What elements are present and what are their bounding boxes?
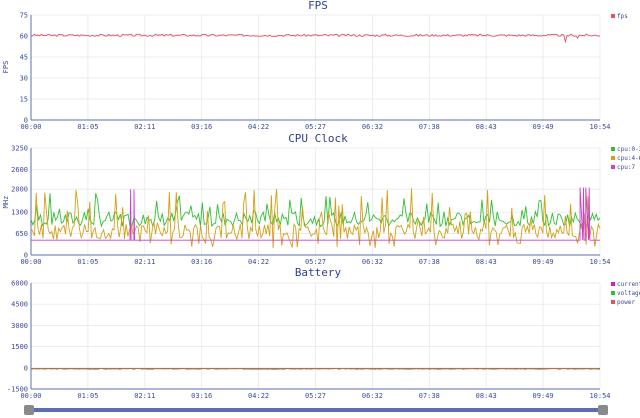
fps-x-tick-label: 01:05 [77,123,98,131]
battery-legend-label: voltage [617,290,640,297]
battery-chart-panel: Battery 00:00 01:05 02:11 03:16 04:22 05:27 06… [7,266,640,400]
battery-x-tick-label: 07:38 [419,392,440,400]
cpu-clock-y-tick-label: 650 [15,230,28,238]
cpu-clock-y-tick-label: 3250 [11,145,28,153]
fps-x-tick-label: 06:32 [362,123,383,131]
cpu-clock-legend-label: cpu:4-6 [617,155,640,162]
cpu-clock-y-tick-label: 1300 [11,209,28,217]
fps-y-tick-label: 75 [20,12,28,20]
cpu-clock-x-tick-label: 01:05 [77,258,98,266]
battery-chart-title: Battery [295,266,342,279]
fps-x-tick-label: 05:27 [305,123,326,131]
cpu-clock-legend-swatch [611,165,615,169]
fps-y-tick-labels: 0 15 30 45 60 75 [20,12,28,125]
cpu-clock-y-tick-label: 0 [24,252,28,260]
battery-x-tick-label: 04:22 [248,392,269,400]
fps-x-tick-label: 08:43 [476,123,497,131]
fps-legend: fps [611,13,628,20]
time-range-end-handle[interactable] [598,405,608,415]
battery-y-tick-label: -1500 [7,386,28,394]
fps-y-tick-label: 15 [20,96,28,104]
fps-legend-label: fps [617,13,628,20]
fps-chart-panel: FPS 00:00 01:05 02:11 03:16 04:22 05:27 06:32 0… [2,0,628,131]
cpu-clock-x-tick-label: 04:22 [248,258,269,266]
battery-y-tick-label: 6000 [11,280,28,288]
battery-y-tick-label: 0 [24,364,28,372]
fps-x-tick-label: 02:11 [134,123,155,131]
battery-x-tick-label: 05:27 [305,392,326,400]
cpu-clock-x-tick-label: 10:54 [589,258,610,266]
battery-legend-swatch [611,291,615,295]
charts-canvas: FPS 00:00 01:05 02:11 03:16 04:22 05:27 06:32 0… [2,0,640,400]
cpu-clock-x-tick-label: 03:16 [191,258,212,266]
fps-x-tick-label: 09:49 [533,123,554,131]
battery-x-tick-label: 03:16 [191,392,212,400]
cpu-clock-y-axis-label: MHz [2,196,10,209]
fps-legend-swatch [611,14,615,18]
battery-legend-label: current [617,281,640,288]
cpu-clock-y-tick-labels: 0 650 1300 2000 2600 3250 [11,145,28,260]
battery-y-tick-label: 4500 [11,301,28,309]
time-range-slider[interactable] [24,405,608,415]
battery-x-tick-label: 02:11 [134,392,155,400]
cpu-clock-x-tick-label: 08:43 [476,258,497,266]
fps-x-tick-labels: 00:00 01:05 02:11 03:16 04:22 05:27 06:32 07:38… [20,123,610,131]
battery-x-tick-label: 06:32 [362,392,383,400]
fps-chart-title: FPS [308,0,328,12]
fps-y-tick-label: 0 [24,117,28,125]
battery-legend-label: power [617,299,635,306]
cpu-clock-chart-panel: CPU Clock 00:00 01:05 02:11 03:16 04:22 05:27… [2,132,640,266]
battery-legend-swatch [611,282,615,286]
cpu-clock-x-tick-labels: 00:00 01:05 02:11 03:16 04:22 05:27 06:32 07:38… [20,258,610,266]
battery-y-tick-labels: -1500 0 1500 3000 4500 6000 [7,280,28,394]
fps-y-tick-label: 60 [20,33,28,41]
cpu-clock-legend-swatch [611,156,615,160]
fps-y-axis-label: FPS [2,61,10,74]
battery-x-tick-label: 10:54 [589,392,610,400]
cpu-clock-chart-title: CPU Clock [288,132,348,145]
cpu-clock-legend: cpu:0-3 cpu:4-6 cpu:7 [611,146,640,171]
battery-x-tick-label: 01:05 [77,392,98,400]
fps-grid [30,14,601,121]
battery-grid [30,282,601,390]
time-range-slider-track[interactable] [30,408,602,412]
cpu-clock-legend-label: cpu:0-3 [617,146,640,153]
time-range-start-handle[interactable] [24,405,34,415]
cpu-clock-y-tick-label: 2000 [11,186,28,194]
battery-y-tick-label: 1500 [11,343,28,351]
battery-y-tick-label: 3000 [11,322,28,330]
battery-series-power[interactable] [31,368,600,370]
fps-x-tick-label: 03:16 [191,123,212,131]
fps-x-tick-label: 04:22 [248,123,269,131]
battery-plot-area[interactable] [31,367,600,370]
battery-x-tick-labels: 00:00 01:05 02:11 03:16 04:22 05:27 06:32 07:38… [20,392,610,400]
cpu-clock-x-tick-label: 06:32 [362,258,383,266]
fps-x-tick-label: 07:38 [419,123,440,131]
cpu-clock-legend-label: cpu:7 [617,164,635,171]
cpu-clock-y-tick-label: 2600 [11,166,28,174]
battery-legend: current voltage power [611,281,640,306]
fps-y-tick-label: 30 [20,75,28,83]
battery-x-tick-label: 09:49 [533,392,554,400]
fps-y-tick-label: 45 [20,54,28,62]
cpu-clock-legend-swatch [611,147,615,151]
cpu-clock-x-tick-label: 05:27 [305,258,326,266]
battery-legend-swatch [611,300,615,304]
cpu-clock-x-tick-label: 02:11 [134,258,155,266]
battery-x-tick-label: 08:43 [476,392,497,400]
cpu-clock-x-tick-label: 07:38 [419,258,440,266]
cpu-clock-x-tick-label: 09:49 [533,258,554,266]
fps-x-tick-label: 10:54 [589,123,610,131]
